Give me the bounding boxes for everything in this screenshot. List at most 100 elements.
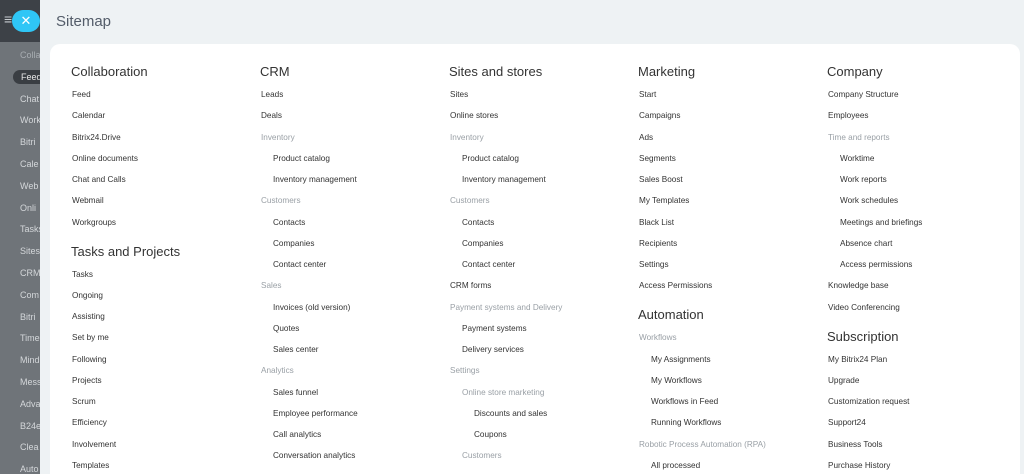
sitemap-link-employee-performance[interactable]: Employee performance (273, 409, 358, 418)
sitemap-link-assisting[interactable]: Assisting (72, 312, 105, 321)
background-nav-item: Com (20, 289, 40, 300)
sitemap-link-sales-boost[interactable]: Sales Boost (639, 175, 683, 184)
sitemap-link-recipients[interactable]: Recipients (639, 239, 677, 248)
sitemap-link-invoices-old-version[interactable]: Invoices (old version) (273, 303, 350, 312)
sitemap-link-following[interactable]: Following (72, 355, 107, 364)
sitemap-link-discounts-and-sales[interactable]: Discounts and sales (474, 409, 547, 418)
sitemap-link-running-workflows[interactable]: Running Workflows (651, 418, 721, 427)
sitemap-link-companies[interactable]: Companies (462, 239, 503, 248)
sitemap-link-companies[interactable]: Companies (273, 239, 314, 248)
sitemap-link-crm-forms[interactable]: CRM forms (450, 281, 491, 290)
background-nav-item: B24e (20, 420, 42, 431)
sitemap-link-deals[interactable]: Deals (261, 111, 282, 120)
sitemap-link-upgrade[interactable]: Upgrade (828, 376, 859, 385)
sitemap-link-workflows-in-feed[interactable]: Workflows in Feed (651, 397, 718, 406)
sitemap-link-ongoing[interactable]: Ongoing (72, 291, 103, 300)
sitemap-link-meetings-and-briefings[interactable]: Meetings and briefings (840, 218, 922, 227)
sitemap-link-delivery-services[interactable]: Delivery services (462, 345, 524, 354)
sitemap-link-purchase-history[interactable]: Purchase History (828, 461, 890, 470)
sitemap-link-quotes[interactable]: Quotes (273, 324, 299, 333)
background-nav-item: Tasks (20, 224, 42, 235)
sitemap-link-sites[interactable]: Sites (450, 90, 468, 99)
section-title-subscription: Subscription (827, 328, 899, 344)
sitemap-link-webmail[interactable]: Webmail (72, 196, 104, 205)
close-sitemap-button[interactable]: ✕ (12, 10, 40, 32)
sitemap-link-contact-center[interactable]: Contact center (462, 260, 515, 269)
menu-icon[interactable]: ≡ (4, 12, 12, 26)
sitemap-link-involvement[interactable]: Involvement (72, 440, 116, 449)
sitemap-link-my-workflows[interactable]: My Workflows (651, 376, 702, 385)
sitemap-link-product-catalog[interactable]: Product catalog (462, 154, 519, 163)
sitemap-link-sales-center[interactable]: Sales center (273, 345, 319, 354)
sitemap-group-customers[interactable]: Customers (462, 451, 502, 460)
sitemap-link-contacts[interactable]: Contacts (273, 218, 305, 227)
sitemap-link-templates[interactable]: Templates (72, 461, 109, 470)
section-title-crm: CRM (260, 64, 290, 79)
sitemap-link-all-processed[interactable]: All processed (651, 461, 700, 470)
sitemap-link-contacts[interactable]: Contacts (462, 218, 494, 227)
section-title-automation: Automation (638, 307, 704, 323)
sitemap-group-inventory[interactable]: Inventory (450, 133, 484, 142)
sitemap-group-workflows[interactable]: Workflows (639, 333, 677, 342)
sitemap-link-efficiency[interactable]: Efficiency (72, 418, 107, 427)
sitemap-link-employees[interactable]: Employees (828, 111, 869, 120)
sitemap-link-video-conferencing[interactable]: Video Conferencing (828, 303, 900, 312)
sitemap-link-support24[interactable]: Support24 (828, 418, 866, 427)
sitemap-link-customization-request[interactable]: Customization request (828, 397, 909, 406)
sitemap-link-work-schedules[interactable]: Work schedules (840, 196, 898, 205)
sitemap-group-settings[interactable]: Settings (450, 366, 480, 375)
sitemap-link-access-permissions[interactable]: Access Permissions (639, 281, 712, 290)
sitemap-group-customers[interactable]: Customers (261, 196, 301, 205)
sitemap-link-sales-funnel[interactable]: Sales funnel (273, 388, 318, 397)
sitemap-link-inventory-management[interactable]: Inventory management (462, 175, 546, 184)
sitemap-link-business-tools[interactable]: Business Tools (828, 440, 882, 449)
sitemap-group-analytics[interactable]: Analytics (261, 366, 294, 375)
sitemap-link-worktime[interactable]: Worktime (840, 154, 874, 163)
sitemap-link-payment-systems[interactable]: Payment systems (462, 324, 527, 333)
sitemap-link-my-templates[interactable]: My Templates (639, 196, 689, 205)
sitemap-link-conversation-analytics[interactable]: Conversation analytics (273, 451, 355, 460)
sitemap-link-feed[interactable]: Feed (72, 90, 91, 99)
sitemap-link-bitrix24-drive[interactable]: Bitrix24.Drive (72, 133, 121, 142)
sitemap-link-work-reports[interactable]: Work reports (840, 175, 887, 184)
sitemap-link-campaigns[interactable]: Campaigns (639, 111, 680, 120)
sitemap-group-customers[interactable]: Customers (450, 196, 490, 205)
sitemap-link-chat-and-calls[interactable]: Chat and Calls (72, 175, 126, 184)
sitemap-link-knowledge-base[interactable]: Knowledge base (828, 281, 889, 290)
sitemap-group-payment-systems-and-delivery[interactable]: Payment systems and Delivery (450, 303, 562, 312)
sitemap-link-contact-center[interactable]: Contact center (273, 260, 326, 269)
sitemap-link-leads[interactable]: Leads (261, 90, 283, 99)
sitemap-link-start[interactable]: Start (639, 90, 656, 99)
background-nav-item: Work (20, 115, 41, 126)
sitemap-link-black-list[interactable]: Black List (639, 218, 674, 227)
sitemap-link-product-catalog[interactable]: Product catalog (273, 154, 330, 163)
sitemap-group-sales[interactable]: Sales (261, 281, 281, 290)
sitemap-link-workgroups[interactable]: Workgroups (72, 218, 116, 227)
sitemap-link-projects[interactable]: Projects (72, 376, 102, 385)
sitemap-link-tasks[interactable]: Tasks (72, 270, 93, 279)
sitemap-group-online-store-marketing[interactable]: Online store marketing (462, 388, 544, 397)
sitemap-link-online-documents[interactable]: Online documents (72, 154, 138, 163)
sitemap-link-ads[interactable]: Ads (639, 133, 653, 142)
sitemap-link-set-by-me[interactable]: Set by me (72, 333, 109, 342)
sitemap-group-time-and-reports[interactable]: Time and reports (828, 133, 890, 142)
sitemap-link-calendar[interactable]: Calendar (72, 111, 105, 120)
sitemap-link-company-structure[interactable]: Company Structure (828, 90, 899, 99)
background-nav-item: Time (20, 333, 40, 344)
sitemap-link-coupons[interactable]: Coupons (474, 430, 507, 439)
sitemap-link-scrum[interactable]: Scrum (72, 397, 96, 406)
sitemap-link-my-bitrix24-plan[interactable]: My Bitrix24 Plan (828, 355, 887, 364)
sitemap-link-call-analytics[interactable]: Call analytics (273, 430, 321, 439)
background-nav-item: Adva (20, 398, 41, 409)
sitemap-link-segments[interactable]: Segments (639, 154, 676, 163)
sitemap-link-my-assignments[interactable]: My Assignments (651, 355, 711, 364)
sitemap-link-online-stores[interactable]: Online stores (450, 111, 498, 120)
sitemap-link-inventory-management[interactable]: Inventory management (273, 175, 357, 184)
sitemap-link-access-permissions[interactable]: Access permissions (840, 260, 912, 269)
sitemap-link-absence-chart[interactable]: Absence chart (840, 239, 892, 248)
sitemap-link-settings[interactable]: Settings (639, 260, 669, 269)
background-nav-item: Bitri (20, 137, 36, 148)
sitemap-group-inventory[interactable]: Inventory (261, 133, 295, 142)
sitemap-group-robotic-process-automation-rpa[interactable]: Robotic Process Automation (RPA) (639, 440, 766, 449)
background-nav-item: Web (20, 180, 39, 191)
